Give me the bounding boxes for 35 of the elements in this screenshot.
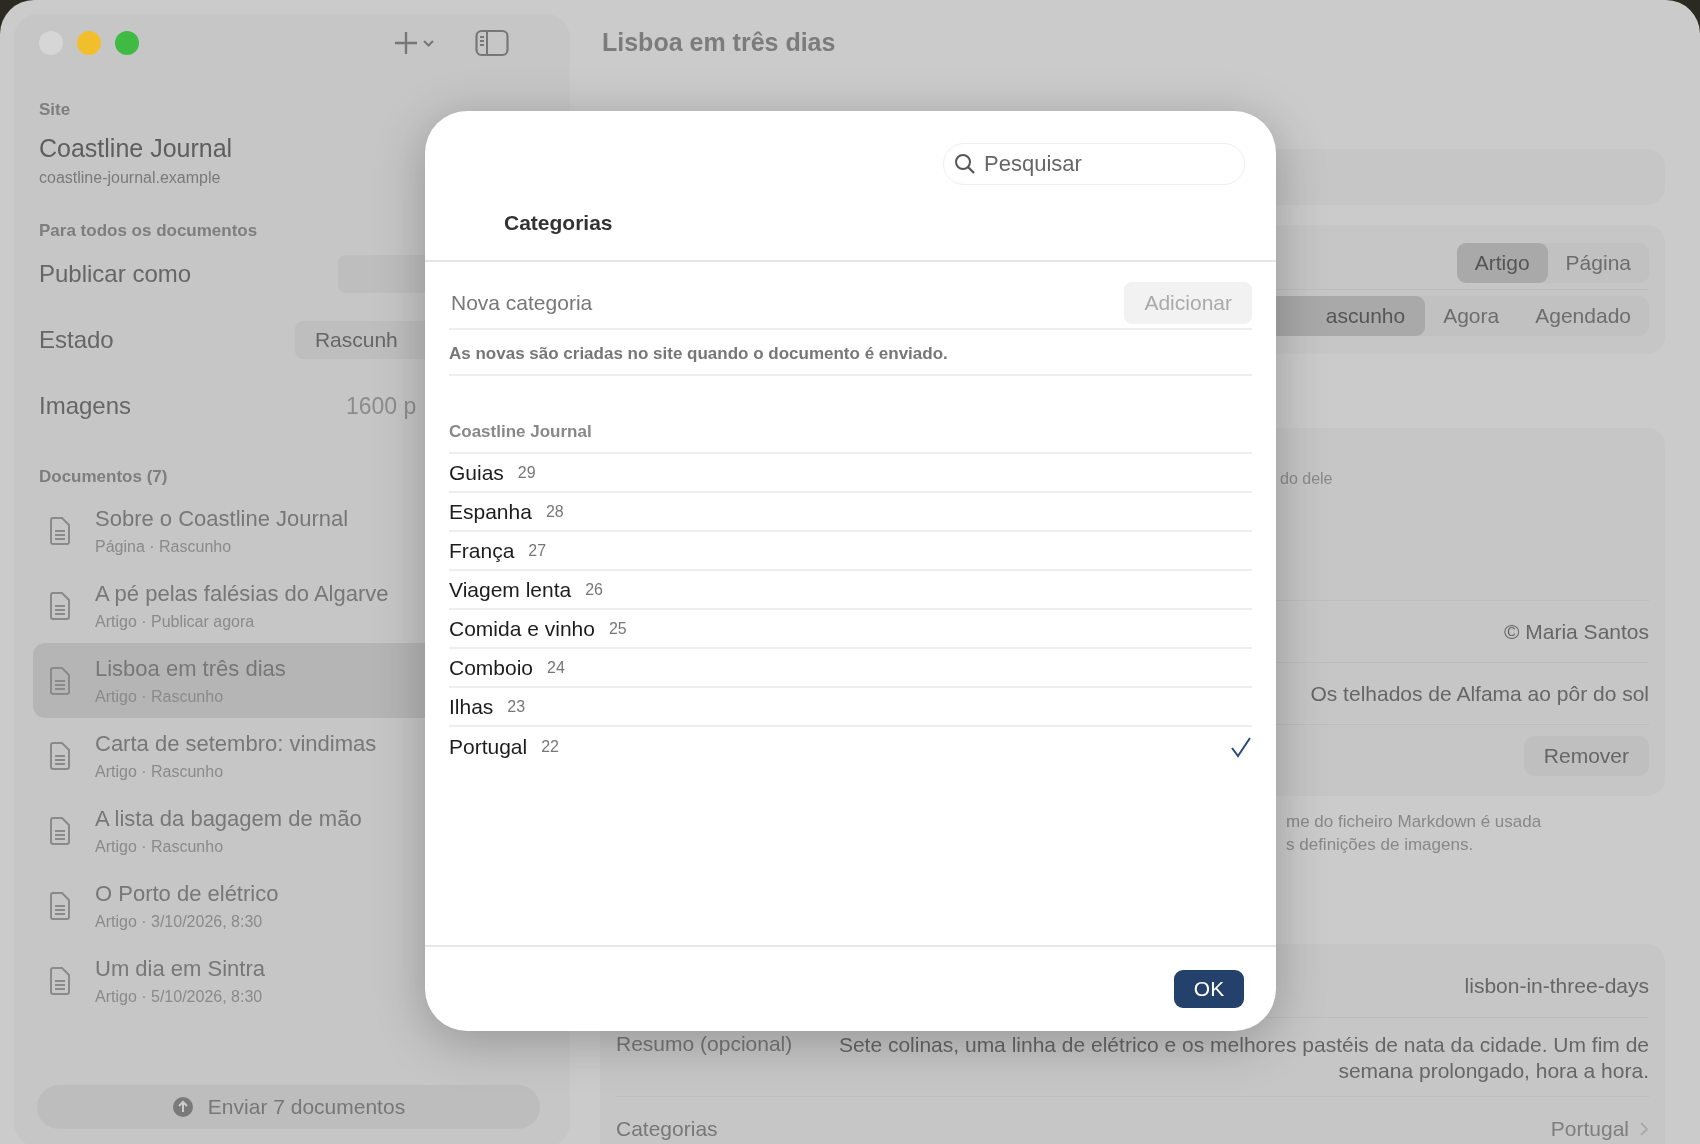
document-title: Lisboa em três dias xyxy=(95,655,286,682)
footnote-text: me do ficheiro Markdown é usada xyxy=(1286,811,1543,833)
document-title: O Porto de elétrico xyxy=(95,880,279,907)
window-title: Lisboa em três dias xyxy=(602,28,837,57)
document-subtitle: Artigo · Rascunho xyxy=(95,762,225,781)
slug-value: lisbon-in-three-days xyxy=(1464,973,1649,998)
summary-text: Sete colinas, uma linha de elétrico e os melhores pastéis de nata da cidade. Um fim de semana prolongado, hora a hora. xyxy=(837,1032,1649,1084)
dialog-title: Categorias xyxy=(504,211,614,235)
site-url: coastline-journal.example xyxy=(39,169,222,187)
section-label: Para todos os documentos xyxy=(39,221,258,241)
document-subtitle: Artigo · 3/10/2026, 8:30 xyxy=(95,912,264,931)
section-label: Site xyxy=(39,100,71,120)
document-subtitle: Artigo · 5/10/2026, 8:30 xyxy=(95,987,264,1006)
document-subtitle: Artigo · Publicar agora xyxy=(95,612,256,631)
setting-label: Imagens xyxy=(39,392,133,420)
categories-value: Portugal xyxy=(1550,1117,1629,1141)
document-title: A pé pelas falésias do Algarve xyxy=(95,580,389,607)
document-title: Um dia em Sintra xyxy=(95,955,265,982)
document-title: Sobre o Coastline Journal xyxy=(95,505,349,532)
site-name: Coastline Journal xyxy=(39,134,234,163)
document-title: A lista da bagagem de mão xyxy=(95,805,362,832)
document-title: Carta de setembro: vindimas xyxy=(95,730,377,757)
image-caption: Os telhados de Alfama ao pôr do sol xyxy=(1310,681,1649,706)
setting-label: Estado xyxy=(39,326,115,354)
document-subtitle: Página · Rascunho xyxy=(95,537,233,556)
setting-label: Publicar como xyxy=(39,260,193,288)
section-label: Documentos (7) xyxy=(39,467,168,487)
hint-text: As novas são criadas no site quando o documento é enviado. xyxy=(449,330,1252,376)
categories-label: Categorias xyxy=(616,1117,718,1141)
footnote-text: s definições de imagens. xyxy=(1286,834,1475,856)
image-credit: © Maria Santos xyxy=(1503,619,1649,644)
document-subtitle: Artigo · Rascunho xyxy=(95,837,225,856)
summary-label: Resumo (opcional) xyxy=(616,1032,793,1056)
image-note: do dele xyxy=(1280,470,1334,489)
group-label: Coastline Journal xyxy=(449,422,1252,454)
